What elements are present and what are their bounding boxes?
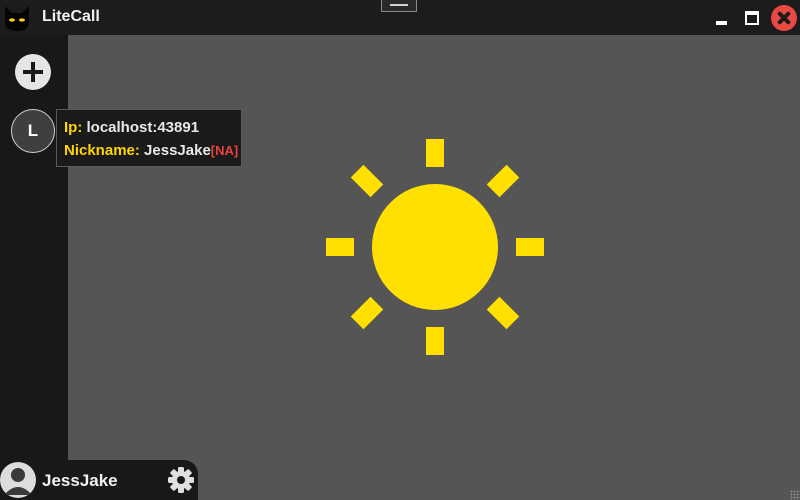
username: JessJake <box>42 471 118 490</box>
tooltip-nickname-row: Nickname: JessJake[NA] <box>64 139 241 162</box>
status-badge: [NA] <box>210 143 239 158</box>
sun-icon <box>326 139 544 355</box>
drag-handle[interactable] <box>381 0 417 12</box>
contacts-sidebar <box>0 35 68 500</box>
add-contact-button[interactable] <box>15 54 51 90</box>
resize-grip[interactable] <box>790 490 800 500</box>
gear-icon[interactable] <box>167 466 195 494</box>
nickname-label: Nickname: <box>64 142 140 159</box>
app-title: LiteCall <box>42 8 100 25</box>
cat-face-icon <box>5 6 29 31</box>
contact-avatar[interactable]: L <box>11 109 55 153</box>
contact-tooltip: Ip: localhost:43891 Nickname: JessJake[N… <box>56 109 242 167</box>
tooltip-ip-row: Ip: localhost:43891 <box>64 116 241 139</box>
maximize-icon[interactable] <box>745 11 759 25</box>
user-avatar-icon[interactable] <box>0 462 36 498</box>
title-bar: LiteCall <box>0 0 800 35</box>
nickname-value: JessJake <box>144 142 211 159</box>
close-icon[interactable] <box>771 5 797 31</box>
ip-label: Ip: <box>64 119 83 136</box>
ip-value: localhost:43891 <box>86 119 200 136</box>
minimize-icon[interactable] <box>716 21 727 25</box>
